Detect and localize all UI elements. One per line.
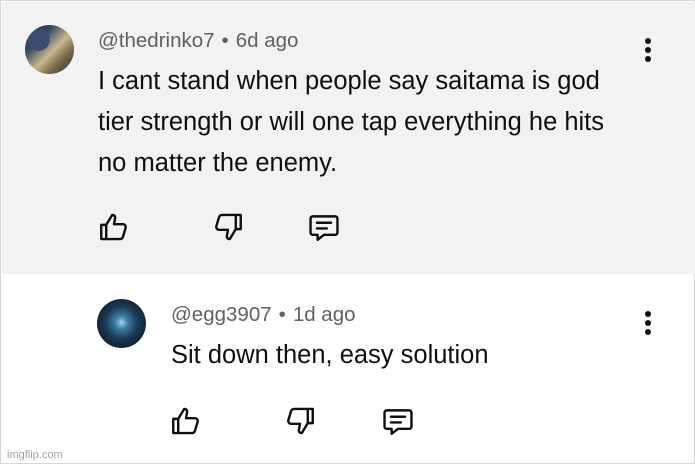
comment-text: I cant stand when people say saitama is … bbox=[98, 67, 605, 177]
meta-separator: • bbox=[221, 29, 229, 52]
dislike-button[interactable] bbox=[282, 403, 318, 439]
comment-text: Sit down then, easy solution bbox=[171, 341, 489, 369]
like-button[interactable] bbox=[168, 403, 204, 439]
more-vertical-icon[interactable] bbox=[636, 307, 660, 339]
reply-button[interactable] bbox=[306, 209, 342, 245]
more-vertical-icon[interactable] bbox=[636, 34, 660, 66]
like-button[interactable] bbox=[96, 209, 132, 245]
thumbs-down-icon bbox=[287, 407, 314, 435]
imgflip-watermark: imgflip.com bbox=[7, 449, 63, 461]
reply-comment-icon bbox=[383, 409, 413, 435]
reply-comment-icon bbox=[309, 215, 339, 241]
thumbs-up-icon bbox=[100, 213, 127, 241]
comment-thread: @thedrinko7 • 6d ago I cant stand when peo… bbox=[0, 0, 695, 464]
author-handle[interactable]: @thedrinko7 bbox=[98, 29, 215, 52]
author-handle[interactable]: @egg3907 bbox=[171, 303, 272, 326]
comment-timestamp[interactable]: 6d ago bbox=[236, 29, 299, 52]
comment-timestamp[interactable]: 1d ago bbox=[293, 303, 356, 326]
meta-separator: • bbox=[278, 303, 286, 326]
avatar[interactable] bbox=[97, 299, 146, 348]
comment-meta: @egg3907 • 1d ago bbox=[171, 303, 356, 327]
dislike-button[interactable] bbox=[210, 209, 246, 245]
reply-button[interactable] bbox=[380, 403, 416, 439]
avatar[interactable] bbox=[25, 25, 74, 74]
thumbs-down-icon bbox=[215, 213, 242, 241]
thumbs-up-icon bbox=[172, 407, 199, 435]
comment-meta: @thedrinko7 • 6d ago bbox=[98, 29, 298, 53]
